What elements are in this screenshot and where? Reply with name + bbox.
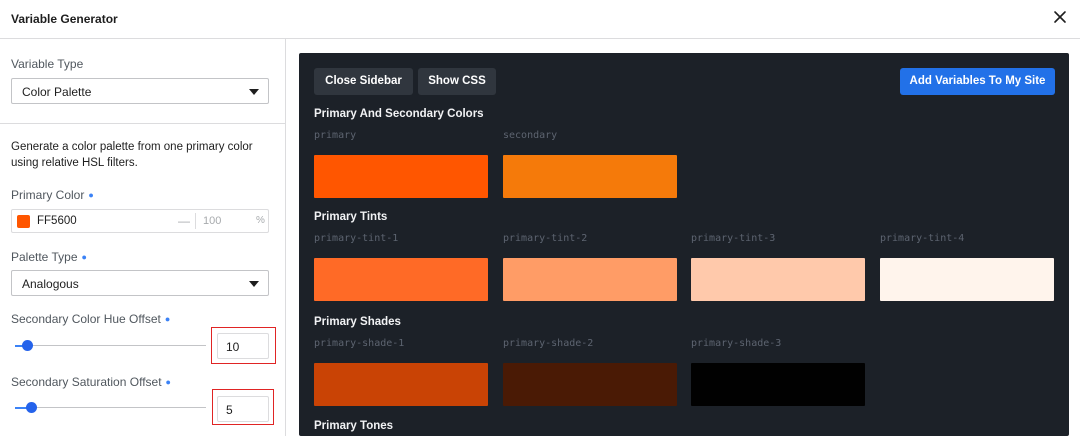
variable-dot-icon: ● (81, 252, 87, 262)
palette-type-select[interactable]: Analogous (11, 270, 269, 296)
variable-type-value: Color Palette (22, 85, 92, 99)
variable-dot-icon: ● (165, 377, 171, 387)
variable-name: primary (314, 130, 357, 141)
section-title: Primary Tints (314, 211, 388, 223)
chevron-down-icon (249, 89, 259, 95)
color-swatch[interactable] (503, 363, 677, 406)
dash-separator: — (178, 214, 190, 228)
variable-name: primary-tint-3 (691, 233, 776, 244)
color-swatch[interactable] (314, 258, 488, 301)
hue-offset-label: Secondary Color Hue Offset ● (11, 312, 171, 326)
color-swatch[interactable] (314, 363, 488, 406)
show-css-button[interactable]: Show CSS (418, 68, 496, 95)
variable-type-label: Variable Type (11, 57, 84, 71)
color-swatch[interactable] (691, 258, 865, 301)
highlight-box (212, 389, 274, 425)
add-variables-button[interactable]: Add Variables To My Site (900, 68, 1055, 95)
saturation-offset-label: Secondary Saturation Offset ● (11, 375, 171, 389)
variable-name: primary-shade-3 (691, 338, 782, 349)
variable-name: primary-shade-1 (314, 338, 405, 349)
alpha-input[interactable]: 100 (203, 215, 221, 227)
section-title: Primary Shades (314, 316, 401, 328)
close-icon[interactable] (1048, 5, 1072, 29)
chevron-down-icon (249, 281, 259, 287)
palette-preview-panel: Close Sidebar Show CSS Add Variables To … (299, 53, 1069, 436)
variable-dot-icon: ● (164, 314, 171, 324)
saturation-offset-slider[interactable] (15, 402, 206, 414)
percent-unit: % (256, 215, 265, 226)
palette-type-label: Palette Type ● (11, 250, 87, 264)
variable-name: secondary (503, 130, 558, 141)
color-swatch[interactable] (314, 155, 488, 198)
modal-header: Variable Generator (0, 0, 1080, 39)
primary-color-label: Primary Color ● (11, 188, 94, 202)
variable-dot-icon: ● (88, 190, 94, 200)
divider (0, 123, 285, 124)
section-title: Primary Tones (314, 420, 394, 432)
variable-name: primary-tint-2 (503, 233, 588, 244)
palette-type-value: Analogous (22, 277, 79, 291)
slider-thumb[interactable] (26, 402, 37, 413)
variable-name: primary-shade-2 (503, 338, 594, 349)
variable-type-select[interactable]: Color Palette (11, 78, 269, 104)
color-swatch[interactable] (880, 258, 1054, 301)
slider-track (15, 407, 206, 408)
primary-color-field[interactable]: FF5600 — 100 % (11, 209, 269, 233)
section-title: Primary And Secondary Colors (314, 108, 484, 120)
modal-title: Variable Generator (11, 12, 118, 26)
divider (195, 213, 196, 229)
variable-name: primary-tint-4 (880, 233, 965, 244)
hue-offset-slider[interactable] (15, 340, 206, 352)
color-swatch[interactable] (503, 258, 677, 301)
highlight-box (211, 327, 276, 364)
close-sidebar-button[interactable]: Close Sidebar (314, 68, 413, 95)
slider-track (15, 345, 206, 346)
color-swatch[interactable] (17, 215, 30, 228)
palette-description: Generate a color palette from one primar… (11, 141, 253, 169)
color-swatch[interactable] (503, 155, 677, 198)
color-swatch[interactable] (691, 363, 865, 406)
slider-thumb[interactable] (22, 340, 33, 351)
hex-value[interactable]: FF5600 (37, 215, 77, 227)
variable-name: primary-tint-1 (314, 233, 399, 244)
settings-sidebar: Variable Type Color Palette Generate a c… (0, 39, 286, 436)
